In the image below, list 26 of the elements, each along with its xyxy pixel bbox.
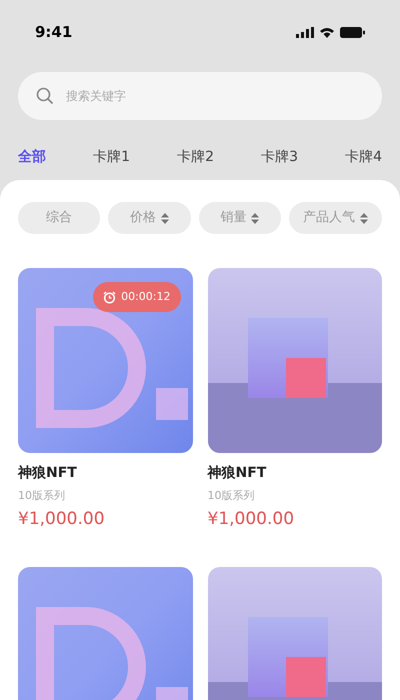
wifi-icon <box>319 26 335 38</box>
category-tab[interactable]: 卡牌2 <box>177 146 214 168</box>
countdown-badge: 00:00:12 <box>93 282 180 312</box>
alarm-clock-icon <box>103 290 116 304</box>
sort-chip[interactable]: 销量 <box>198 202 281 234</box>
sort-chip[interactable]: 产品人气 <box>288 202 382 234</box>
search-field[interactable]: 搜索关键字 <box>18 72 382 120</box>
category-tab[interactable]: 全部 <box>18 146 46 168</box>
search-icon <box>36 87 54 105</box>
status-time: 9:41 <box>35 22 72 43</box>
product-title: 神狼NFT <box>18 464 78 483</box>
product-title: 神狼NFT <box>208 464 268 483</box>
sort-icon <box>360 212 368 224</box>
product-series: 10版系列 <box>208 488 256 504</box>
category-tab[interactable]: 卡牌4 <box>345 146 382 168</box>
category-tab[interactable]: 卡牌1 <box>93 146 130 168</box>
sort-icon <box>251 212 260 224</box>
product-series: 10版系列 <box>18 488 66 504</box>
signal-icon <box>296 26 314 38</box>
sort-chip[interactable]: 综合 <box>18 202 100 234</box>
product-price: ¥1,000.00 <box>208 508 296 530</box>
category-tab[interactable]: 卡牌3 <box>261 146 298 168</box>
product-price: ¥1,000.00 <box>18 508 106 530</box>
sort-icon <box>160 212 169 224</box>
battery-icon <box>340 26 365 38</box>
sort-chip[interactable]: 价格 <box>108 202 191 234</box>
